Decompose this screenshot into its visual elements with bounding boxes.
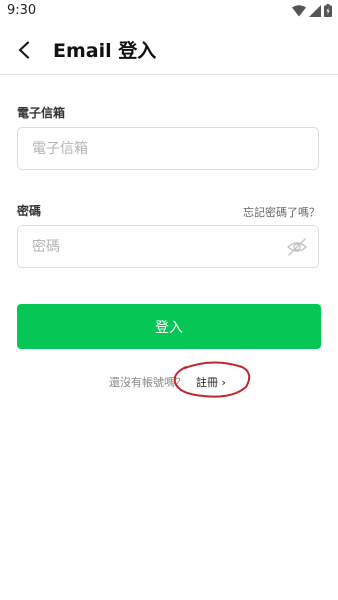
forgot-password-link[interactable]: 忘記密碼了嗎？ <box>243 204 320 220</box>
app-bar: Email 登入 <box>0 24 338 75</box>
password-field[interactable] <box>32 226 282 267</box>
signal-icon <box>309 4 321 17</box>
toggle-password-visibility-button[interactable] <box>286 237 308 257</box>
eye-off-icon <box>286 238 308 256</box>
status-time: 9:30 <box>7 3 37 18</box>
login-button-label: 登入 <box>155 319 183 336</box>
email-label: 電子信箱 <box>17 106 66 120</box>
wifi-icon <box>292 4 306 16</box>
status-icons <box>292 4 332 17</box>
signup-row: 還沒有帳號嗎？ 註冊 › <box>0 372 338 390</box>
battery-icon <box>324 4 332 17</box>
email-field[interactable] <box>32 128 282 169</box>
login-button[interactable]: 登入 <box>17 304 321 349</box>
annotation-circle <box>173 361 251 398</box>
password-label: 密碼 <box>17 204 42 218</box>
status-bar: 9:30 <box>0 0 338 24</box>
email-field-box <box>17 127 319 170</box>
back-arrow-icon <box>18 41 30 59</box>
back-button[interactable] <box>10 36 38 64</box>
password-field-box <box>17 225 319 268</box>
page-title: Email 登入 <box>53 40 157 62</box>
